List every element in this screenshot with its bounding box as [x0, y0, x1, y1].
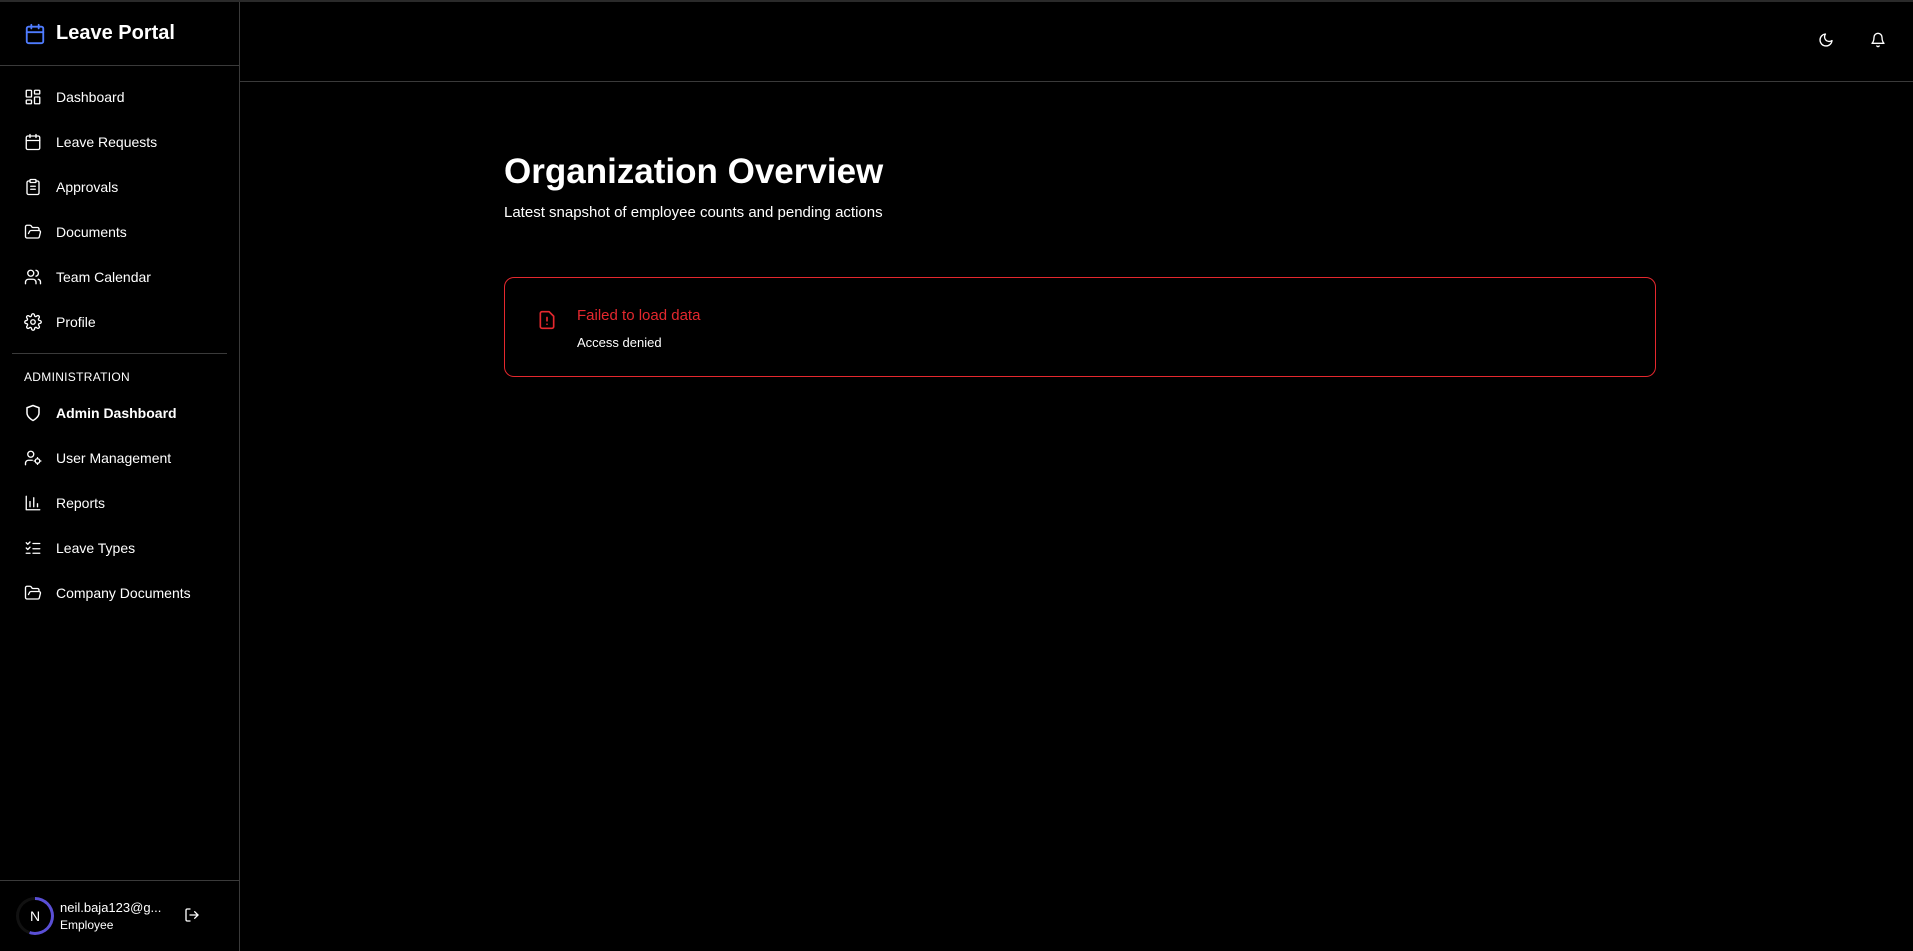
bell-icon[interactable] [1870, 32, 1888, 50]
list-checks-icon [24, 539, 42, 557]
sidebar-item-label: User Management [56, 449, 172, 466]
sidebar-item-label: Documents [56, 223, 127, 240]
sidebar: Leave Portal Dashboard Leave Requests Ap… [0, 2, 240, 951]
admin-nav: Admin Dashboard User Management Reports … [0, 390, 239, 615]
sidebar-divider [12, 353, 227, 354]
sidebar-item-label: Leave Requests [56, 133, 158, 150]
clipboard-icon [24, 178, 42, 196]
main-nav: Dashboard Leave Requests Approvals Docum… [0, 66, 239, 344]
sidebar-item-label: Approvals [56, 178, 119, 195]
moon-icon[interactable] [1818, 32, 1836, 50]
error-alert: Failed to load data Access denied [504, 277, 1656, 377]
user-panel: N neil.baja123@g... Employee [0, 880, 239, 951]
folder-open-icon [24, 584, 42, 602]
calendar-icon [24, 133, 42, 151]
dashboard-icon [24, 88, 42, 106]
sidebar-item-admin-dashboard[interactable]: Admin Dashboard [0, 390, 239, 435]
sidebar-item-approvals[interactable]: Approvals [0, 164, 239, 209]
bar-chart-icon [24, 494, 42, 512]
page-subtitle: Latest snapshot of employee counts and p… [504, 204, 883, 221]
brand[interactable]: Leave Portal [0, 2, 239, 66]
user-email: neil.baja123@g... [60, 900, 162, 915]
brand-title: Leave Portal [56, 22, 175, 44]
app-root: Leave Portal Dashboard Leave Requests Ap… [0, 0, 1913, 951]
sidebar-item-dashboard[interactable]: Dashboard [0, 74, 239, 119]
sidebar-item-user-management[interactable]: User Management [0, 435, 239, 480]
gear-icon [24, 312, 42, 331]
folder-open-icon [24, 223, 42, 241]
sidebar-item-company-documents[interactable]: Company Documents [0, 570, 239, 615]
sidebar-item-label: Reports [56, 494, 106, 511]
user-cog-icon [24, 449, 42, 467]
file-alert-icon [537, 310, 557, 330]
alert-title: Failed to load data [577, 307, 701, 324]
user-role: Employee [60, 918, 114, 932]
sidebar-item-label: Leave Types [56, 539, 136, 556]
sidebar-item-documents[interactable]: Documents [0, 209, 239, 254]
sidebar-item-label: Company Documents [56, 584, 191, 601]
users-icon [24, 268, 42, 286]
page-title: Organization Overview [504, 152, 884, 191]
user-info: neil.baja123@g... Employee [60, 900, 170, 932]
shield-icon [24, 404, 42, 422]
logout-icon[interactable] [184, 907, 202, 925]
avatar[interactable]: N [16, 897, 54, 935]
admin-section-label: ADMINISTRATION [24, 370, 130, 384]
sidebar-item-reports[interactable]: Reports [0, 480, 239, 525]
sidebar-item-leave-requests[interactable]: Leave Requests [0, 119, 239, 164]
sidebar-item-label: Dashboard [56, 88, 125, 105]
calendar-icon [24, 23, 46, 45]
sidebar-item-profile[interactable]: Profile [0, 299, 239, 344]
sidebar-item-label: Admin Dashboard [56, 404, 177, 421]
sidebar-item-team-calendar[interactable]: Team Calendar [0, 254, 239, 299]
avatar-initial: N [19, 900, 51, 932]
main-content: Organization Overview Latest snapshot of… [504, 152, 1656, 377]
top-header [240, 2, 1913, 82]
alert-description: Access denied [577, 335, 662, 350]
sidebar-item-leave-types[interactable]: Leave Types [0, 525, 239, 570]
sidebar-item-label: Profile [56, 313, 96, 330]
sidebar-item-label: Team Calendar [56, 268, 151, 285]
